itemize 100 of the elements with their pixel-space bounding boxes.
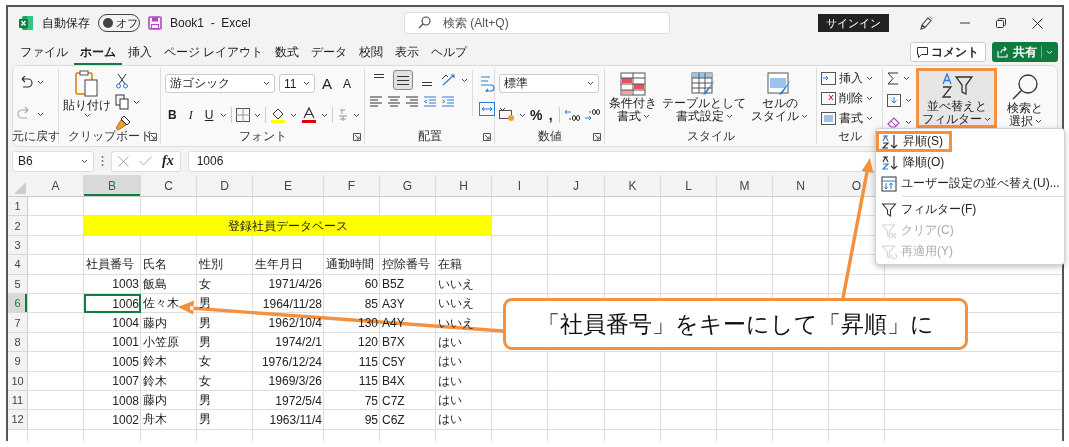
menu-tab[interactable]: データ <box>305 39 354 65</box>
decrease-decimal-icon[interactable] <box>564 108 580 122</box>
column-header[interactable]: E <box>253 175 324 196</box>
row-header[interactable]: 1 <box>8 197 28 217</box>
paste-button[interactable]: 貼り付け <box>63 70 111 119</box>
menu-tab[interactable]: ホーム <box>74 39 122 65</box>
menu-item[interactable]: 昇順(S) <box>876 131 952 152</box>
column-header[interactable]: N <box>773 175 829 196</box>
borders-icon[interactable] <box>236 108 251 122</box>
sort-filter-button[interactable]: 並べ替えと フィルター <box>916 68 997 128</box>
menu-item[interactable]: フィルター(F) <box>876 199 1064 220</box>
menu-tab[interactable]: 数式 <box>269 39 306 65</box>
number-format-dropdown[interactable]: 標準 <box>499 74 599 93</box>
merge-cells-icon[interactable] <box>479 102 495 116</box>
caret-icon <box>866 115 873 121</box>
cell-style-button[interactable]: セルの スタイル <box>751 72 808 124</box>
table-cell-text: 社員番号 <box>85 256 135 274</box>
menu-tab[interactable]: ページ レイアウト <box>158 39 270 65</box>
column-header[interactable]: K <box>605 175 661 196</box>
caret-icon <box>37 111 44 117</box>
column-header[interactable]: G <box>380 175 436 196</box>
text-angle-icon[interactable] <box>441 73 457 87</box>
caret-icon <box>83 113 91 119</box>
column-header[interactable]: B <box>84 175 141 196</box>
conditional-format-button[interactable]: 条件付き 書式 <box>609 72 657 124</box>
font-color-icon[interactable] <box>301 107 318 123</box>
row-header[interactable]: 2 <box>8 216 28 236</box>
search-field[interactable]: 検索 (Alt+Q) <box>404 12 670 34</box>
row-header[interactable]: 9 <box>8 352 28 372</box>
comment-button[interactable]: コメント <box>910 42 986 62</box>
currency-icon[interactable] <box>499 108 515 122</box>
menu-tab[interactable]: ヘルプ <box>425 39 474 65</box>
font-name-dropdown[interactable]: 游ゴシック <box>165 74 275 93</box>
table-cell-text: 1963/11/4 <box>268 412 323 429</box>
row-header[interactable]: 5 <box>8 274 28 294</box>
row-header[interactable]: 8 <box>8 332 28 353</box>
align-center-icon[interactable] <box>387 96 401 108</box>
row-header[interactable]: 3 <box>8 235 28 256</box>
column-header[interactable]: F <box>324 175 380 196</box>
restore-icon[interactable] <box>996 18 1006 28</box>
row-header[interactable]: 10 <box>8 371 28 391</box>
menu-tab[interactable]: 表示 <box>389 39 426 65</box>
column-header[interactable]: M <box>717 175 773 196</box>
shrink-font-button[interactable]: A <box>339 76 355 91</box>
table-cell-text: 1976/12/24 <box>260 353 323 371</box>
menu-tab[interactable]: ファイル <box>14 39 74 65</box>
grow-font-button[interactable]: A <box>319 75 335 92</box>
caret-icon[interactable] <box>1046 49 1053 55</box>
table-cell-text: 1972/5/4 <box>274 392 323 410</box>
row-header[interactable]: 7 <box>8 313 28 333</box>
menu-tab[interactable]: 挿入 <box>122 39 158 65</box>
format-button[interactable]: 書式 <box>821 109 878 127</box>
bold-button[interactable]: B <box>165 108 180 122</box>
row-header[interactable]: 12 <box>8 410 28 430</box>
name-box[interactable]: B6 <box>12 150 94 172</box>
italic-button[interactable]: I <box>183 107 198 123</box>
brush-icon[interactable] <box>115 115 131 131</box>
column-header[interactable]: H <box>436 175 492 196</box>
percent-button[interactable]: % <box>530 107 542 123</box>
row-header[interactable]: 4 <box>8 255 28 275</box>
column-header[interactable]: L <box>661 175 717 196</box>
fill-color-icon[interactable] <box>270 107 287 123</box>
column-header[interactable]: D <box>197 175 253 196</box>
share-button[interactable]: 共有 <box>992 42 1058 62</box>
sign-in-button[interactable]: サインイン <box>818 14 889 32</box>
row-header[interactable]: 6 <box>8 293 28 314</box>
insert-button[interactable]: 挿入 <box>821 70 878 88</box>
underline-button[interactable]: U <box>201 108 217 122</box>
row-header[interactable]: 11 <box>8 390 28 411</box>
align-right-icon[interactable] <box>405 96 419 108</box>
sum-icon[interactable] <box>887 72 899 85</box>
pen-icon[interactable] <box>918 15 934 31</box>
middle-align-button[interactable] <box>393 70 413 90</box>
column-header[interactable]: J <box>548 175 605 196</box>
increase-decimal-icon[interactable] <box>584 108 600 122</box>
find-select-button[interactable]: 検索と 選択 <box>1001 68 1049 128</box>
comma-button[interactable]: , <box>546 107 556 123</box>
insert-function-button[interactable]: fx <box>162 153 174 169</box>
wrap-text-icon[interactable] <box>479 74 495 92</box>
font-size-dropdown[interactable]: 11 <box>279 74 315 93</box>
table-cell-text: はい <box>437 372 463 390</box>
copy-icon[interactable] <box>115 94 129 110</box>
save-icon[interactable] <box>148 16 162 30</box>
dialog-launcher-icon[interactable] <box>353 133 361 141</box>
search-icon <box>418 16 431 29</box>
delete-button[interactable]: 削除 <box>821 90 878 107</box>
dialog-launcher-icon[interactable] <box>593 133 601 141</box>
menu-tab[interactable]: 校閲 <box>353 39 390 65</box>
format-cells-icon <box>821 111 836 125</box>
table-format-button[interactable]: テーブルとして 書式設定 <box>662 72 746 124</box>
autosave-toggle[interactable]: オフ <box>98 14 140 32</box>
column-header[interactable]: C <box>141 175 197 196</box>
eraser-icon[interactable] <box>887 116 901 129</box>
column-header[interactable]: I <box>492 175 548 196</box>
align-left-icon[interactable] <box>369 96 383 108</box>
share-label[interactable]: 共有 <box>1013 43 1037 61</box>
close-icon[interactable] <box>1032 17 1043 29</box>
fill-down-icon[interactable] <box>887 94 901 107</box>
scissors-icon[interactable] <box>115 73 129 89</box>
dialog-launcher-icon[interactable] <box>483 133 491 141</box>
